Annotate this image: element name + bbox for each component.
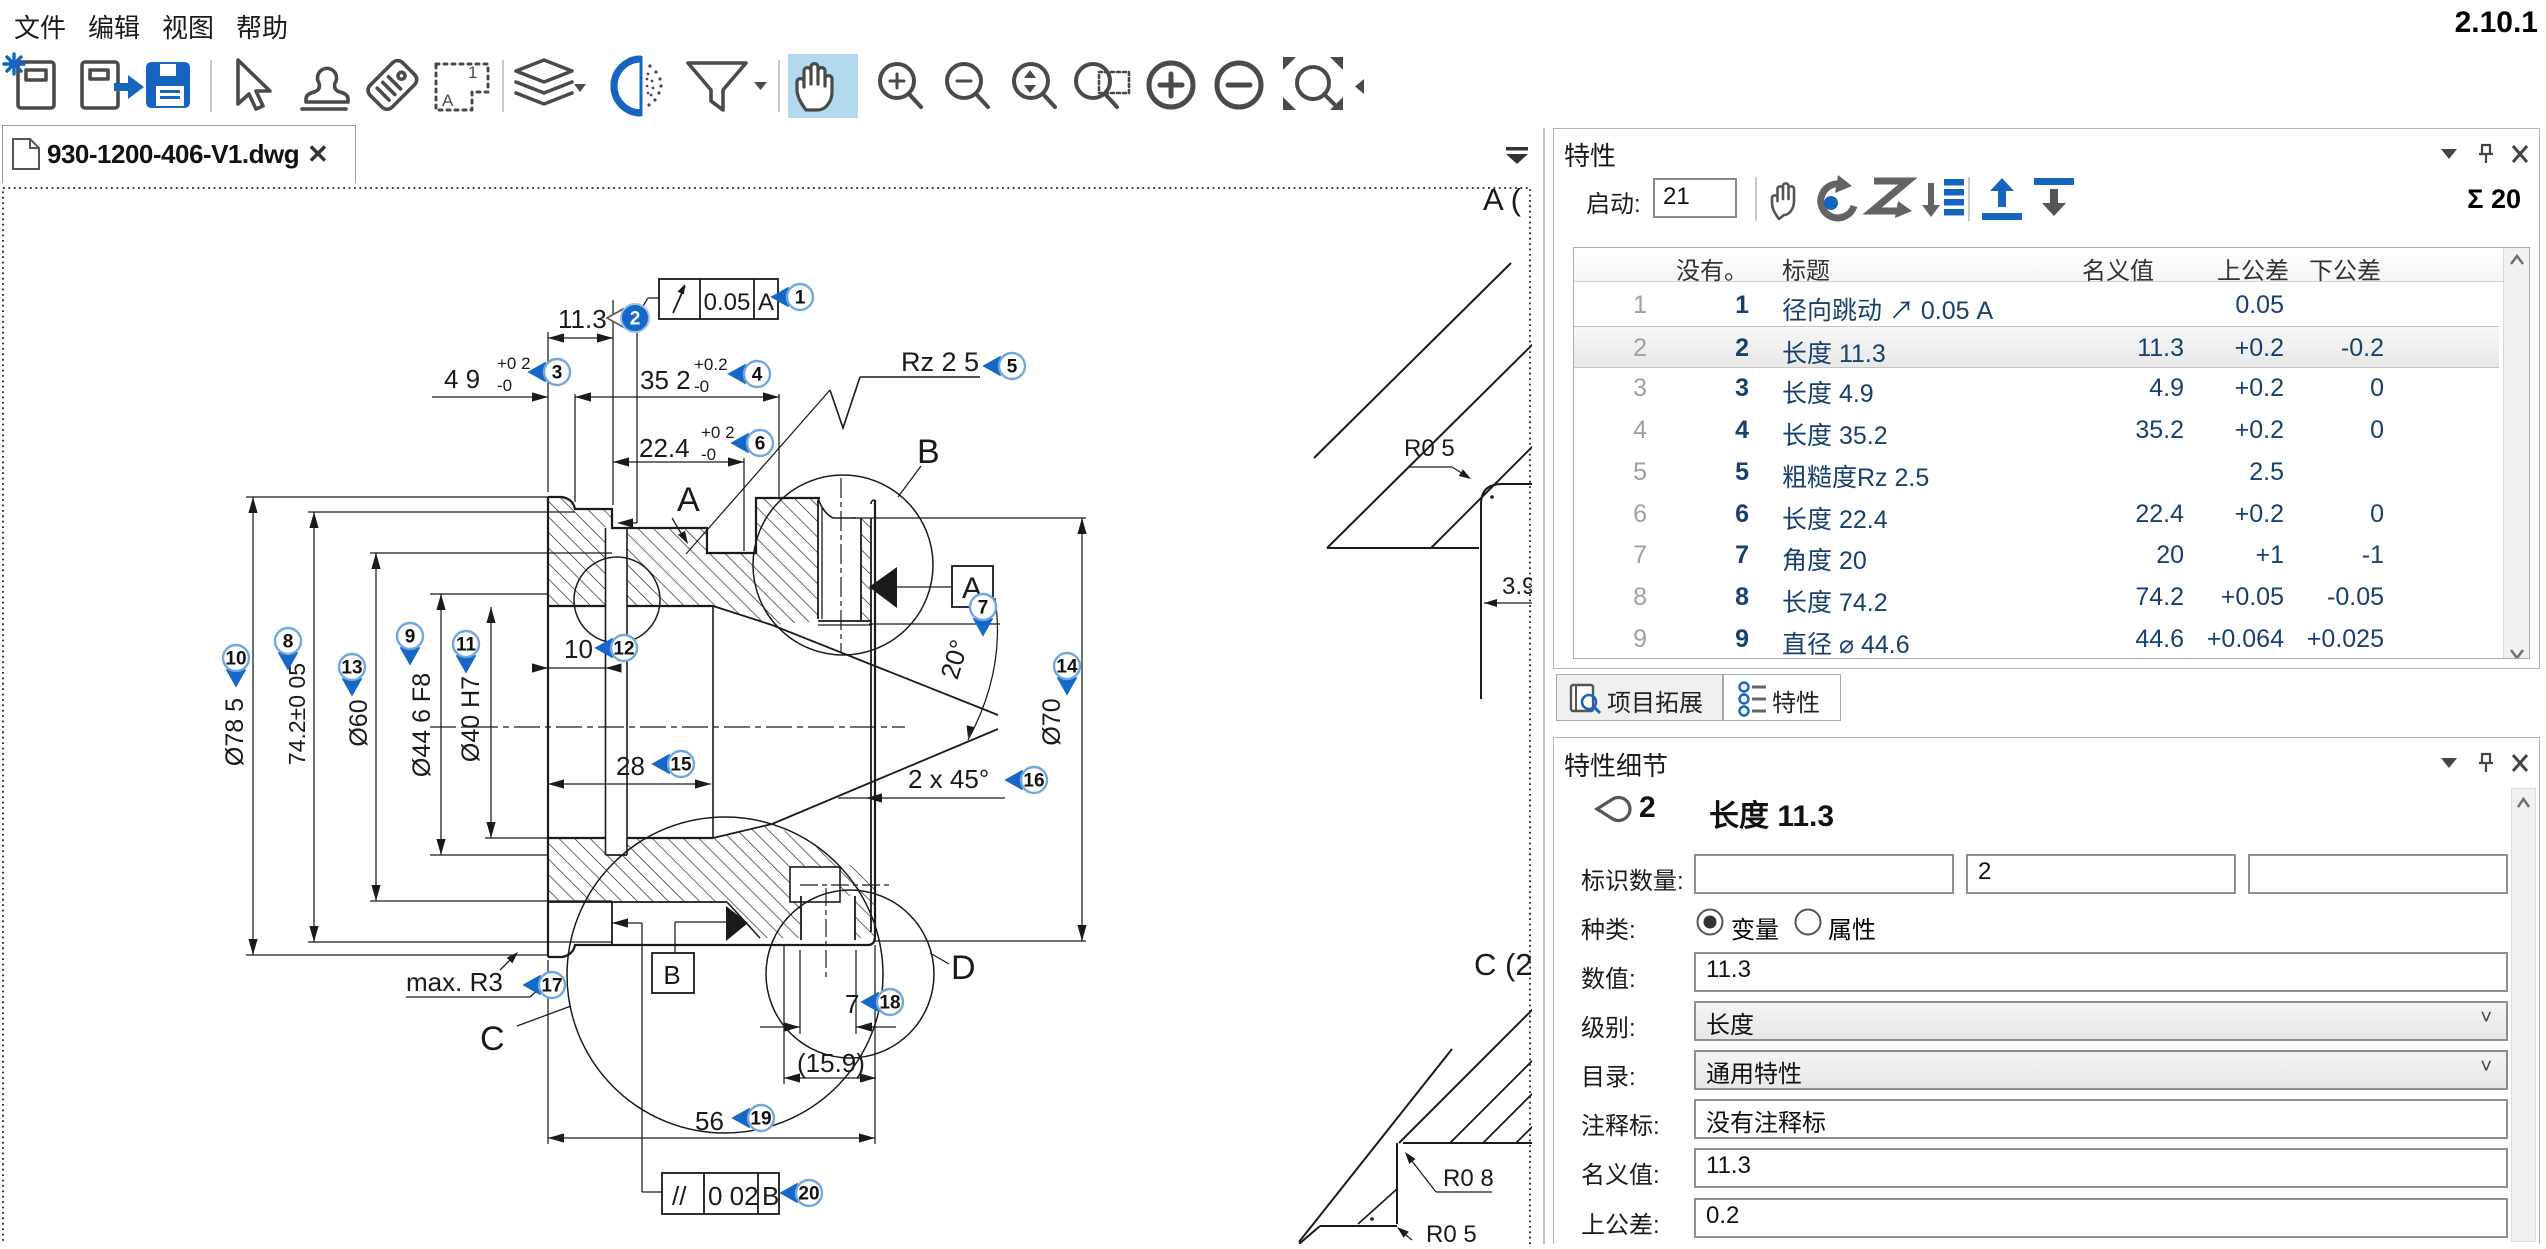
svg-text:Rz 2 5: Rz 2 5 <box>901 347 979 377</box>
svg-text:B: B <box>762 1181 779 1211</box>
svg-text:74.2±0 05: 74.2±0 05 <box>284 663 310 765</box>
svg-text:A: A <box>677 481 700 519</box>
svg-text:C: C <box>480 1020 505 1058</box>
svg-text:+0.2: +0.2 <box>694 355 728 374</box>
svg-text:max. R3: max. R3 <box>406 967 503 997</box>
svg-text:Ø78 5: Ø78 5 <box>221 698 249 766</box>
svg-text:R0 8: R0 8 <box>1443 1165 1494 1192</box>
svg-text:11: 11 <box>456 635 477 656</box>
svg-text:56: 56 <box>695 1106 724 1136</box>
svg-text:-0: -0 <box>694 377 709 396</box>
svg-text:3.9: 3.9 <box>1502 573 1532 600</box>
svg-text:6: 6 <box>755 434 766 455</box>
svg-text:A: A <box>442 91 454 110</box>
svg-text:11.3: 11.3 <box>558 304 607 334</box>
svg-text:20°: 20° <box>934 636 974 682</box>
svg-text:C (2: C (2 <box>1474 947 1532 982</box>
svg-text:18: 18 <box>879 993 900 1014</box>
svg-text:1: 1 <box>795 288 806 309</box>
svg-text:-0: -0 <box>701 445 716 464</box>
svg-text:10: 10 <box>225 649 246 670</box>
svg-text:R0 5: R0 5 <box>1426 1221 1477 1244</box>
svg-text:+0 2: +0 2 <box>497 354 531 373</box>
svg-text:35 2: 35 2 <box>640 365 691 395</box>
svg-text:B: B <box>663 960 680 990</box>
svg-text:R0 5: R0 5 <box>1404 435 1455 462</box>
svg-text:(15.9): (15.9) <box>797 1048 865 1078</box>
svg-text:A: A <box>758 289 774 316</box>
svg-text:16: 16 <box>1023 771 1044 792</box>
svg-text:7: 7 <box>978 598 989 619</box>
svg-text:B: B <box>917 433 940 471</box>
svg-text:0 02: 0 02 <box>708 1181 759 1211</box>
svg-text:13: 13 <box>341 658 362 679</box>
svg-text:Ø44 6 F8: Ø44 6 F8 <box>408 673 436 777</box>
svg-text:2: 2 <box>630 309 641 330</box>
svg-text:+0 2: +0 2 <box>701 423 735 442</box>
svg-text:15: 15 <box>670 755 692 776</box>
svg-text:5: 5 <box>1007 357 1018 378</box>
svg-text:4 9: 4 9 <box>444 364 480 394</box>
svg-text:Ø40 H7: Ø40 H7 <box>457 676 485 762</box>
svg-text:28: 28 <box>616 751 645 781</box>
svg-text:8: 8 <box>283 632 294 653</box>
svg-text:17: 17 <box>541 976 562 997</box>
svg-text:20: 20 <box>798 1184 819 1205</box>
svg-text:14: 14 <box>1056 657 1078 678</box>
svg-text:-0: -0 <box>497 376 512 395</box>
svg-text:10: 10 <box>564 634 593 664</box>
svg-text:1: 1 <box>468 63 477 82</box>
svg-text:2 x 45°: 2 x 45° <box>908 764 989 794</box>
svg-text:22.4: 22.4 <box>639 433 690 463</box>
svg-text:12: 12 <box>613 639 634 660</box>
svg-text:3: 3 <box>552 363 563 384</box>
svg-text:9: 9 <box>405 627 416 648</box>
svg-text:0.05: 0.05 <box>704 289 751 316</box>
svg-text:4: 4 <box>752 365 763 386</box>
svg-text:Ø60: Ø60 <box>345 699 373 746</box>
svg-text:Ø70: Ø70 <box>1038 698 1066 745</box>
svg-text:7: 7 <box>845 989 859 1019</box>
svg-text:19: 19 <box>750 1109 771 1130</box>
svg-text://: // <box>672 1181 687 1211</box>
svg-text:A (: A ( <box>1483 182 1522 217</box>
svg-text:D: D <box>951 949 976 987</box>
